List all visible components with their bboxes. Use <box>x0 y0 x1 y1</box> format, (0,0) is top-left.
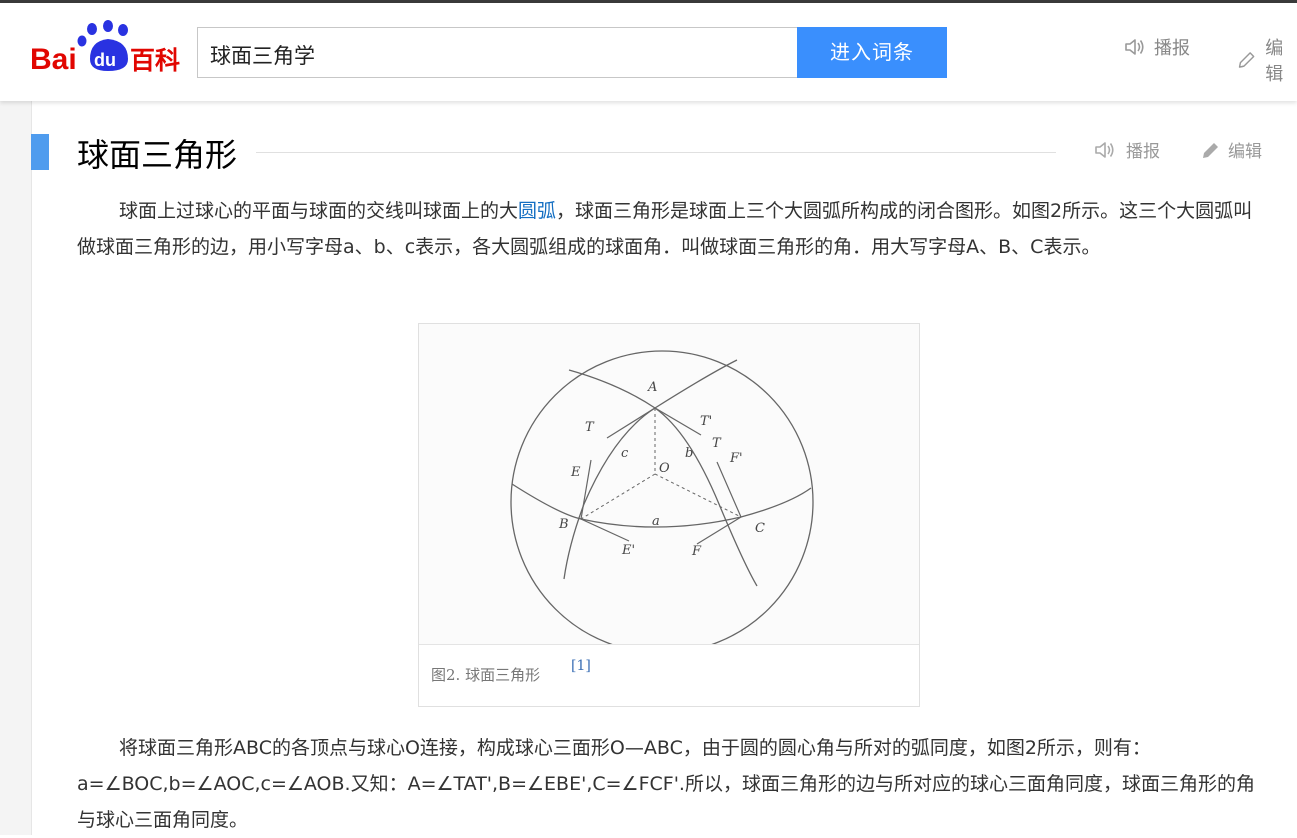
header: Bai du 百科 球面三角学 进入词条 播报 编辑 <box>0 3 1297 101</box>
section-title-marker <box>31 134 49 170</box>
speaker-icon <box>1095 141 1114 158</box>
pencil-icon <box>1203 142 1218 158</box>
section-edit-label: 编辑 <box>1228 142 1262 162</box>
svg-text:A: A <box>647 380 657 395</box>
section-title: 球面三角形 <box>77 136 238 174</box>
svg-text:c: c <box>621 446 629 461</box>
header-edit-label: 编辑 <box>1265 38 1284 85</box>
svg-text:b: b <box>685 446 693 461</box>
left-gutter <box>0 101 31 835</box>
svg-text:E: E <box>570 465 581 480</box>
paragraph-explanation-text: 将球面三角形ABC的各顶点与球心O连接，构成球心三面形O—ABC，由于圆的圆心角… <box>77 737 1255 831</box>
figure-image: A T T' T F' c O b E B a C E' F <box>419 324 919 654</box>
figure-reference-link[interactable]: [1] <box>571 658 591 674</box>
svg-text:du: du <box>94 50 116 70</box>
header-edit-button[interactable]: 编辑 <box>1236 34 1297 86</box>
search-input[interactable]: 球面三角学 <box>197 27 798 78</box>
search-input-value: 球面三角学 <box>210 44 315 68</box>
svg-text:Bai: Bai <box>30 43 77 76</box>
section-edit-button[interactable]: 编辑 <box>1200 137 1262 162</box>
header-broadcast-button[interactable]: 播报 <box>1124 34 1190 60</box>
svg-text:F: F <box>691 544 702 559</box>
spherical-triangle-diagram: A T T' T F' c O b E B a C E' F <box>510 350 814 654</box>
paragraph-explanation: 将球面三角形ABC的各顶点与球心O连接，构成球心三面形O—ABC，由于圆的圆心角… <box>77 730 1257 838</box>
svg-text:a: a <box>652 514 660 529</box>
svg-text:百科: 百科 <box>130 46 180 75</box>
great-arc-link[interactable]: 圆弧 <box>518 200 556 222</box>
paragraph-intro: 球面上过球心的平面与球面的交线叫球面上的大圆弧，球面三角形是球面上三个大圆弧所构… <box>77 193 1257 265</box>
svg-text:F': F' <box>729 451 743 466</box>
svg-text:B: B <box>558 517 569 532</box>
figure-spherical-triangle[interactable]: A T T' T F' c O b E B a C E' F 图2. 球面三角形… <box>418 323 920 707</box>
figure-caption-divider <box>419 644 919 645</box>
enter-entry-button[interactable]: 进入词条 <box>797 27 947 78</box>
section-broadcast-button[interactable]: 播报 <box>1094 137 1160 162</box>
paragraph-intro-text: 球面上过球心的平面与球面的交线叫球面上的大 <box>119 200 519 222</box>
svg-text:T: T <box>585 420 595 435</box>
figure-caption: 图2. 球面三角形 <box>431 666 541 684</box>
svg-text:C: C <box>755 521 765 536</box>
header-broadcast-label: 播报 <box>1154 38 1190 59</box>
svg-text:E': E' <box>621 543 635 558</box>
left-gutter-divider <box>31 101 32 835</box>
baidu-baike-logo[interactable]: Bai du 百科 <box>30 19 190 79</box>
svg-text:T': T' <box>700 414 712 429</box>
pencil-icon <box>1238 52 1255 68</box>
section-broadcast-label: 播报 <box>1126 142 1160 162</box>
speaker-icon <box>1125 39 1144 55</box>
section-title-divider <box>256 152 1056 153</box>
svg-text:T: T <box>712 436 722 451</box>
svg-text:O: O <box>659 461 670 476</box>
